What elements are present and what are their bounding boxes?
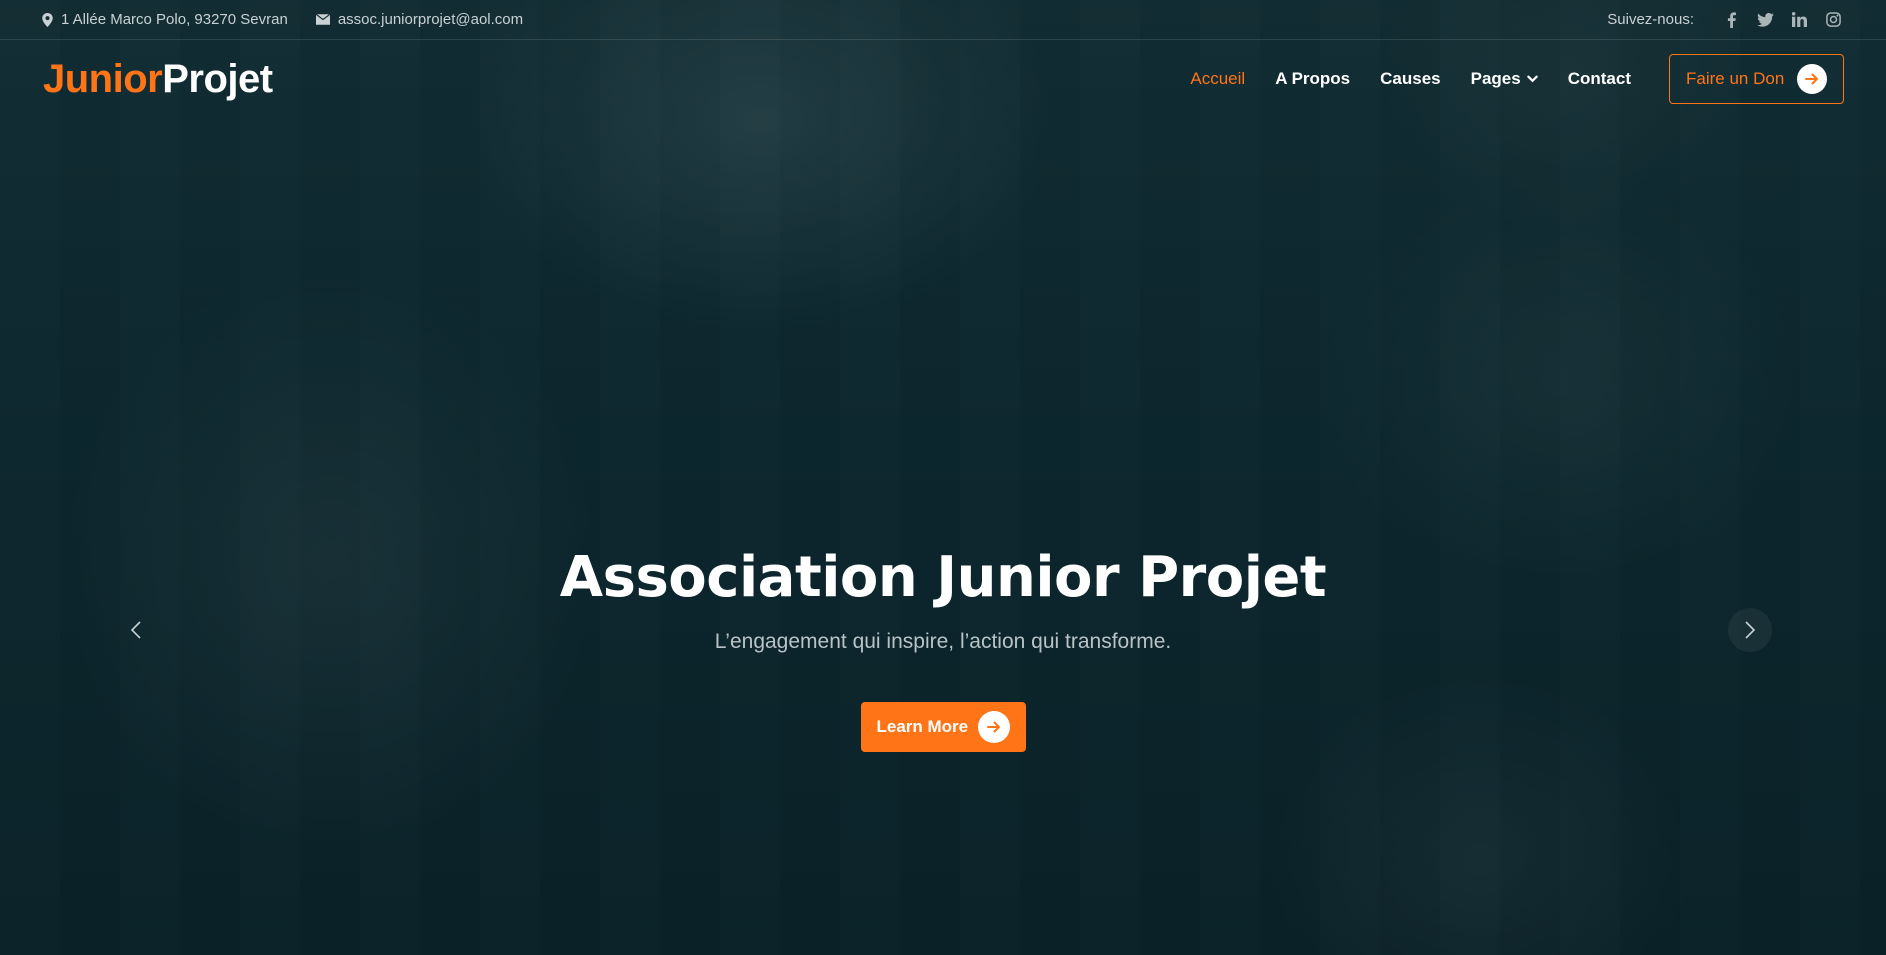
email-link[interactable]: assoc.juniorprojet@aol.com [338, 11, 523, 28]
nav-item-causes[interactable]: Causes [1380, 69, 1440, 89]
logo-part-1: Junior [43, 56, 163, 101]
hero-content: Association Junior Projet L’engagement q… [0, 545, 1886, 752]
instagram-icon[interactable] [1822, 9, 1844, 31]
map-pin-icon [42, 12, 53, 27]
nav-item-pages-label: Pages [1470, 69, 1521, 88]
social-links: Suivez-nous: [1607, 9, 1844, 31]
chevron-down-icon [1526, 75, 1538, 83]
envelope-icon [315, 14, 330, 25]
site-logo[interactable]: JuniorProjet [43, 57, 273, 102]
donate-button[interactable]: Faire un Don [1669, 54, 1844, 104]
hero-overlay [0, 0, 1886, 955]
contact-info: 1 Allée Marco Polo, 93270 Sevran assoc.j… [42, 11, 551, 28]
main-navbar: JuniorProjet Accueil A Propos Causes Pag… [0, 40, 1886, 118]
nav-item-pages[interactable]: Pages [1471, 69, 1538, 89]
donate-button-label: Faire un Don [1686, 69, 1785, 88]
hero-title: Association Junior Projet [559, 545, 1327, 610]
follow-label: Suivez-nous: [1607, 11, 1694, 28]
logo-part-2: Projet [162, 56, 273, 101]
address-info: 1 Allée Marco Polo, 93270 Sevran [42, 11, 288, 28]
arrow-right-icon [1797, 64, 1827, 94]
learn-more-label: Learn More [876, 717, 969, 736]
nav-menu: Accueil A Propos Causes Pages Contact Fa… [1160, 54, 1844, 104]
email-info[interactable]: assoc.juniorprojet@aol.com [315, 11, 523, 28]
address-text: 1 Allée Marco Polo, 93270 Sevran [61, 11, 288, 28]
learn-more-button[interactable]: Learn More [860, 702, 1026, 752]
top-info-bar: 1 Allée Marco Polo, 93270 Sevran assoc.j… [0, 0, 1886, 40]
arrow-right-icon [977, 711, 1010, 743]
nav-item-contact[interactable]: Contact [1568, 69, 1631, 89]
hero-subtitle: L’engagement qui inspire, l’action qui t… [714, 630, 1172, 653]
facebook-icon[interactable] [1720, 9, 1742, 31]
twitter-icon[interactable] [1754, 9, 1776, 31]
linkedin-icon[interactable] [1788, 9, 1810, 31]
nav-item-accueil[interactable]: Accueil [1190, 69, 1245, 89]
nav-item-a-propos[interactable]: A Propos [1275, 69, 1350, 89]
